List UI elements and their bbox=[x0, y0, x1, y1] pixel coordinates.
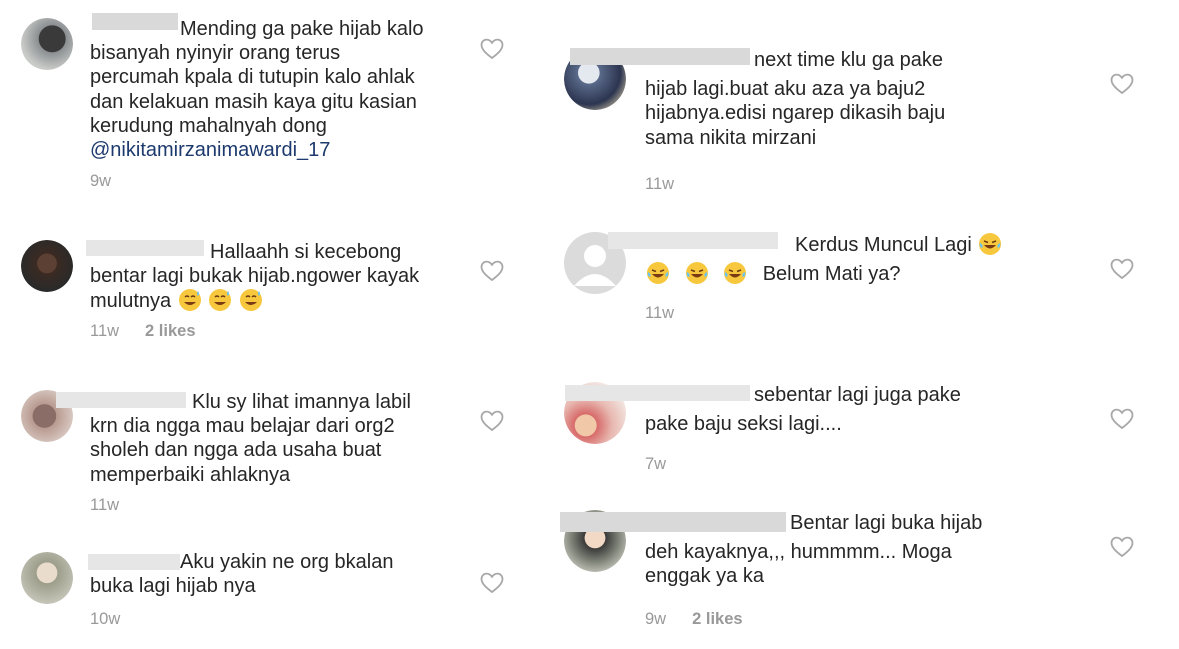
tears-of-joy-emoji bbox=[724, 262, 747, 284]
comment-meta: 11w 2 likes bbox=[90, 322, 196, 341]
comment-text: deh kayaknya,,, hummmm... Moga enggak ya… bbox=[645, 541, 952, 588]
comment-text: Kerdus Muncul Lagi bbox=[795, 232, 1135, 257]
comment-text: Hallaahh si kecebong bbox=[210, 241, 402, 263]
heart-outline-icon[interactable] bbox=[480, 260, 504, 282]
avatar[interactable] bbox=[21, 18, 73, 70]
likes-count[interactable]: 2 likes bbox=[692, 610, 742, 628]
comment-text: Aku yakin ne org bkalan bbox=[180, 551, 394, 573]
comment-text: Bentar lagi buka hijab bbox=[790, 512, 983, 534]
tears-of-joy-emoji bbox=[647, 262, 669, 284]
redacted-username bbox=[88, 554, 180, 570]
timestamp[interactable]: 11w bbox=[90, 322, 119, 340]
heart-outline-icon[interactable] bbox=[1110, 536, 1134, 558]
likes-count[interactable]: 2 likes bbox=[145, 322, 195, 340]
comment-text: bentar lagi bukak hijab.ngower kayak mul… bbox=[90, 265, 420, 313]
comment-text: Mending ga pake hijab kalo bbox=[180, 18, 424, 40]
comment-meta: 7w bbox=[645, 455, 666, 474]
sweat-smile-emoji bbox=[209, 289, 232, 312]
heart-outline-icon[interactable] bbox=[480, 410, 504, 432]
redacted-username bbox=[565, 385, 750, 401]
avatar[interactable] bbox=[21, 240, 73, 292]
redacted-username bbox=[86, 240, 204, 256]
timestamp[interactable]: 10w bbox=[90, 610, 120, 628]
timestamp[interactable]: 7w bbox=[645, 455, 666, 473]
sweat-smile-emoji bbox=[239, 289, 262, 312]
comment-meta: 9w 2 likes bbox=[645, 610, 743, 629]
column-divider bbox=[542, 0, 545, 649]
comment-text: bisanyah nyinyir orang terus percumah kp… bbox=[90, 42, 417, 162]
tears-of-joy-emoji bbox=[685, 262, 708, 284]
heart-outline-icon[interactable] bbox=[480, 38, 504, 60]
comment-meta: 10w bbox=[90, 610, 120, 629]
comment-meta: 11w bbox=[645, 175, 674, 194]
heart-outline-icon[interactable] bbox=[1110, 258, 1134, 280]
heart-outline-icon[interactable] bbox=[1110, 73, 1134, 95]
mention-link[interactable]: @nikitamirzanimawardi_17 bbox=[90, 139, 330, 161]
comment-text: Belum Mati ya? bbox=[645, 261, 1085, 286]
comment-text: buka lagi hijab nya bbox=[90, 575, 256, 597]
comment-text: krn dia ngga mau belajar dari org2 shole… bbox=[90, 415, 395, 486]
comment-text: hijab lagi.buat aku aza ya baju2 hijabny… bbox=[645, 78, 946, 149]
heart-outline-icon[interactable] bbox=[480, 572, 504, 594]
redacted-username bbox=[570, 48, 750, 65]
timestamp[interactable]: 11w bbox=[645, 304, 674, 322]
timestamp[interactable]: 11w bbox=[90, 496, 119, 514]
redacted-username bbox=[560, 512, 786, 532]
timestamp[interactable]: 11w bbox=[645, 175, 674, 193]
comment-meta: 11w bbox=[90, 496, 119, 515]
timestamp[interactable]: 9w bbox=[645, 610, 666, 628]
comment-text: next time klu ga pake bbox=[754, 49, 943, 71]
comment-text: pake baju seksi lagi.... bbox=[645, 413, 842, 435]
comment-meta: 9w bbox=[90, 172, 111, 191]
comment-text: Klu sy lihat imannya labil bbox=[192, 391, 411, 413]
redacted-username bbox=[92, 13, 178, 30]
heart-outline-icon[interactable] bbox=[1110, 408, 1134, 430]
comment-text: sebentar lagi juga pake bbox=[754, 384, 961, 406]
tears-of-joy-emoji bbox=[979, 233, 1002, 255]
comment-meta: 11w bbox=[645, 304, 674, 323]
timestamp[interactable]: 9w bbox=[90, 172, 111, 190]
redacted-username bbox=[608, 232, 778, 249]
avatar[interactable] bbox=[21, 552, 73, 604]
redacted-username bbox=[56, 392, 186, 408]
sweat-smile-emoji bbox=[178, 289, 201, 312]
